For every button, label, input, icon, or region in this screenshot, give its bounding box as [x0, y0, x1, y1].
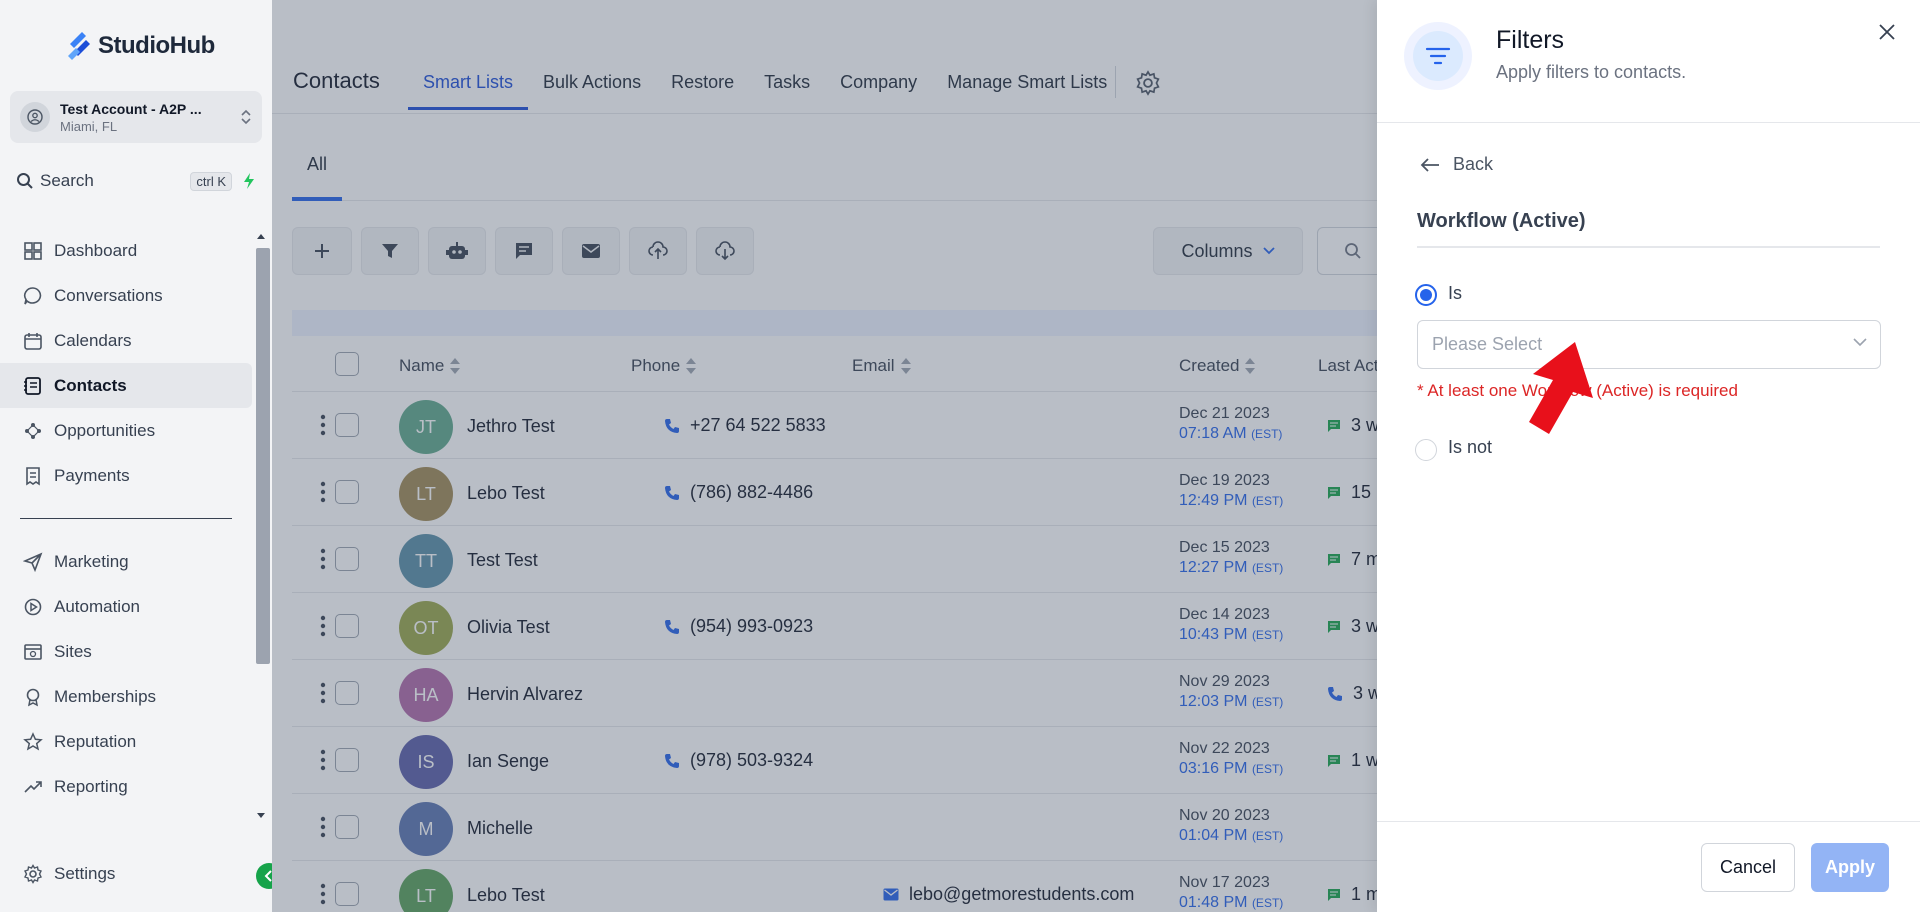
sidebar-item-label: Dashboard	[54, 240, 138, 260]
sidebar-item-sites[interactable]: Sites	[0, 629, 252, 674]
section-divider	[1417, 246, 1880, 248]
chat-icon	[20, 286, 46, 306]
sidebar-scrollbar-thumb[interactable]	[256, 248, 270, 664]
sidebar-item-calendars[interactable]: Calendars	[0, 318, 252, 363]
radio-is-not-label: Is not	[1448, 437, 1493, 457]
chevron-updown-icon	[241, 109, 251, 125]
sidebar-item-label: Payments	[54, 465, 130, 485]
sidebar-item-label: Sites	[54, 641, 92, 661]
sidebar-item-label: Reporting	[54, 776, 128, 796]
logo-text: StudioHub	[98, 32, 215, 59]
sidebar-item-label: Conversations	[54, 285, 163, 305]
chevron-down-icon	[1853, 338, 1867, 347]
sidebar-item-label: Opportunities	[54, 420, 156, 440]
automation-icon	[20, 597, 46, 617]
sidebar-item-payments[interactable]: Payments	[0, 453, 252, 498]
account-switcher[interactable]: Test Account - A2P ... Miami, FL	[10, 91, 262, 143]
account-icon	[20, 102, 50, 132]
annotation-arrow-icon	[1529, 342, 1593, 434]
scroll-up-icon[interactable]	[256, 232, 266, 240]
settings-label: Settings	[54, 864, 116, 883]
contacts-icon	[20, 376, 46, 396]
radio-is-label: Is	[1448, 283, 1463, 303]
drawer-subtitle: Apply filters to contacts.	[1496, 62, 1687, 82]
cancel-button[interactable]: Cancel	[1701, 843, 1795, 892]
sidebar-nav: Dashboard Conversations Calendars Contac…	[0, 228, 252, 498]
drawer-header: Filters Apply filters to contacts.	[1377, 0, 1920, 123]
account-name: Test Account - A2P ...	[60, 100, 202, 117]
send-icon	[20, 552, 46, 572]
sidebar-item-memberships[interactable]: Memberships	[0, 674, 252, 719]
sites-icon	[20, 642, 46, 662]
calendar-icon	[20, 331, 46, 351]
lightning-icon[interactable]	[242, 172, 256, 190]
drawer-footer: Cancel Apply	[1377, 821, 1920, 912]
sidebar-item-label: Reputation	[54, 731, 137, 751]
sidebar-item-settings[interactable]: Settings	[0, 852, 252, 896]
sidebar-item-label: Marketing	[54, 551, 129, 571]
radio-is[interactable]	[1415, 284, 1437, 306]
memberships-icon	[20, 687, 46, 707]
dashboard-icon	[20, 241, 46, 261]
back-button[interactable]: Back	[1419, 154, 1493, 175]
search-label: Search	[40, 171, 94, 190]
opportunities-icon	[20, 421, 46, 441]
sidebar-item-reputation[interactable]: Reputation	[0, 719, 252, 764]
search-icon	[17, 173, 33, 189]
scroll-down-icon[interactable]	[256, 812, 266, 820]
workflow-select[interactable]: Please Select	[1417, 320, 1881, 369]
sidebar: StudioHub Test Account - A2P ... Miami, …	[0, 0, 282, 912]
account-location: Miami, FL	[60, 118, 118, 134]
sidebar-item-label: Calendars	[54, 330, 132, 350]
sidebar-item-marketing[interactable]: Marketing	[0, 539, 252, 584]
apply-button[interactable]: Apply	[1811, 843, 1889, 892]
payments-icon	[20, 466, 46, 486]
filter-icon	[1404, 22, 1472, 90]
sidebar-item-automation[interactable]: Automation	[0, 584, 252, 629]
radio-is-not[interactable]	[1415, 439, 1437, 461]
reporting-icon	[20, 777, 46, 797]
back-label: Back	[1453, 154, 1494, 174]
filter-section-title: Workflow (Active)	[1417, 210, 1586, 232]
sidebar-item-reporting[interactable]: Reporting	[0, 764, 252, 809]
sidebar-item-conversations[interactable]: Conversations	[0, 273, 252, 318]
sidebar-divider	[20, 518, 232, 519]
sidebar-item-contacts[interactable]: Contacts	[0, 363, 252, 408]
search-shortcut: ctrl K	[190, 171, 232, 191]
sidebar-search[interactable]: Search ctrl K	[10, 164, 262, 198]
sidebar-item-label: Memberships	[54, 686, 157, 706]
gear-icon	[20, 864, 46, 884]
logo-icon	[68, 32, 90, 60]
filters-drawer: Filters Apply filters to contacts. Back …	[1377, 0, 1920, 912]
app-logo[interactable]: StudioHub	[66, 30, 215, 62]
star-icon	[20, 731, 46, 752]
sidebar-item-opportunities[interactable]: Opportunities	[0, 408, 252, 453]
arrow-left-icon	[1420, 157, 1439, 172]
sidebar-item-dashboard[interactable]: Dashboard	[0, 228, 252, 273]
drawer-title: Filters	[1496, 26, 1565, 54]
close-icon[interactable]	[1875, 20, 1899, 44]
sidebar-item-label: Contacts	[54, 375, 127, 395]
sidebar-item-label: Automation	[54, 596, 140, 616]
sidebar-nav-secondary: Marketing Automation Sites Memberships R…	[0, 539, 252, 809]
